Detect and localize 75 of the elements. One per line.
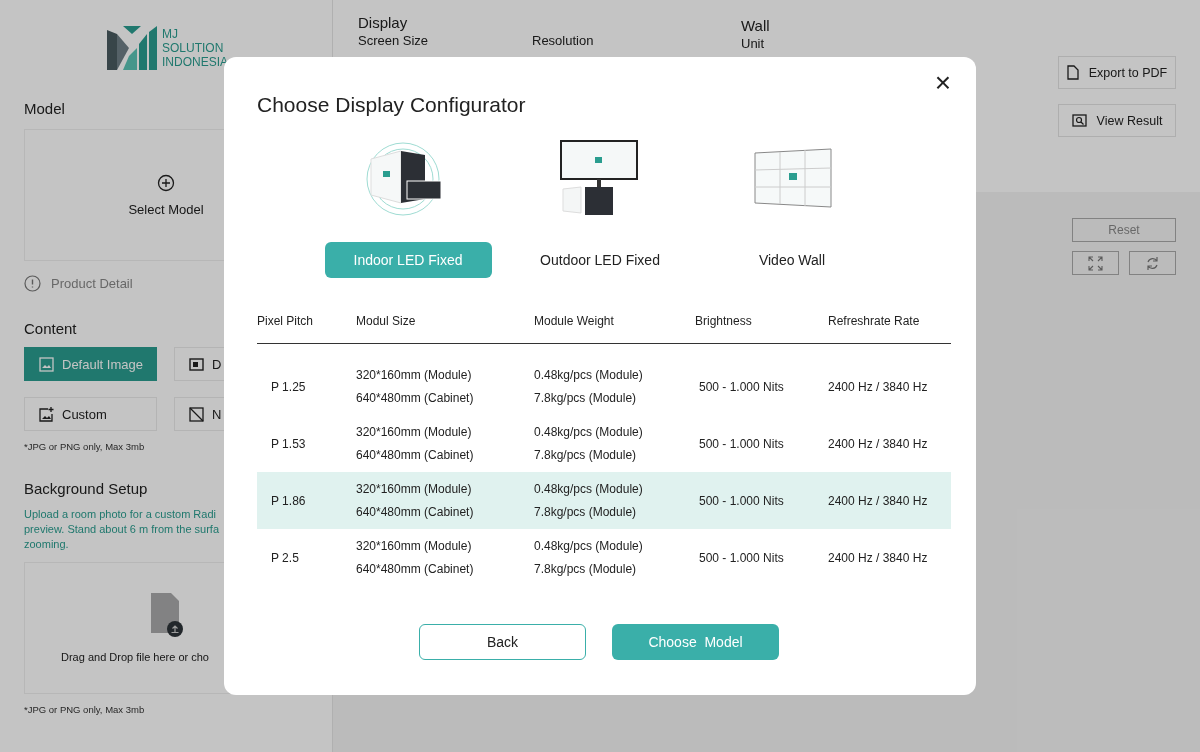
table-cell-text: P 1.25 [270,379,307,394]
view-result-button[interactable]: View Result [1058,104,1176,137]
logo-text: SOLUTION [162,41,225,55]
field-label: Resolution [532,33,595,48]
table-cell-text: 7.8kg/pcs (Module) [534,503,638,521]
logo-icon [107,26,157,70]
table-cell-text: 2400 Hz / 3840 Hz [828,436,929,451]
dialog-title: Choose Display Configurator [257,93,526,117]
instruction-text: Upload a room photo for a custom Radi [24,507,216,522]
back-button[interactable]: Back [419,624,586,660]
info-icon [24,275,41,292]
export-pdf-button[interactable]: Export to PDF [1058,56,1176,89]
section-heading: Background Setup [24,480,148,497]
search-icon [1071,114,1087,127]
table-cell-text: P 1.53 [270,436,307,451]
column-header: Modul Size [356,314,417,328]
section-heading: Content [24,320,77,337]
field-label: Unit [741,36,766,51]
table-row[interactable]: P 1.53 320*160mm (Module) 640*480mm (Cabinet) 0.48kg/pcs (Module) 7.8kg/pcs (Module) 500 - 1.000 Nits 2400 Hz / 3840 Hz [257,415,951,472]
column-header: Pixel Pitch [257,314,315,328]
table-cell-text: 7.8kg/pcs (Module) [534,389,638,407]
table-cell-text: 0.48kg/pcs (Module) [534,423,644,441]
field-label: Screen Size [358,33,430,48]
column-header: Refreshrate Rate [828,314,921,328]
table-cell-text: 320*160mm (Module) [356,423,473,441]
section-heading: Wall [741,17,771,34]
expand-icon [1088,255,1103,271]
section-heading: Model [24,100,65,117]
table-cell-text: 640*480mm (Cabinet) [356,446,475,464]
table-cell-text: 640*480mm (Cabinet) [356,389,475,407]
logo-text: MJ [162,27,179,41]
file-note: *JPG or PNG only, Max 3mb [24,441,145,452]
table-cell-text: 0.48kg/pcs (Module) [534,366,644,384]
table-cell-text: 7.8kg/pcs (Module) [534,560,638,578]
file-upload-icon [151,593,183,637]
table-row[interactable]: P 1.86 320*160mm (Module) 640*480mm (Cabinet) 0.48kg/pcs (Module) 7.8kg/pcs (Module) 500 - 1.000 Nits 2400 Hz / 3840 Hz [257,472,951,529]
table-cell-text: 2400 Hz / 3840 Hz [828,550,929,565]
table-cell-text: 320*160mm (Module) [356,366,473,384]
table-cell-text: 320*160mm (Module) [356,537,473,555]
table-cell-text: 0.48kg/pcs (Module) [534,480,644,498]
content-option-button[interactable]: Custom [24,397,157,431]
table-cell-text: 500 - 1.000 Nits [698,550,785,565]
display-type-button[interactable]: Video Wall [708,242,876,278]
table-cell-text: 500 - 1.000 Nits [698,379,785,394]
add-icon [157,173,175,192]
instruction-text: zooming. [24,537,69,552]
table-cell-text: 2400 Hz / 3840 Hz [828,379,929,394]
refresh-button[interactable] [1129,251,1176,275]
image-add-icon [39,406,54,422]
table-cell-text: 2400 Hz / 3840 Hz [828,493,929,508]
logo-text: INDONESIA [162,55,228,69]
table-cell-text: 500 - 1.000 Nits [698,436,785,451]
table-cell-text: P 2.5 [270,550,300,565]
video-icon [189,357,204,371]
file-note: *JPG or PNG only, Max 3mb [24,704,145,715]
image-icon [39,356,54,372]
column-header: Brightness [695,314,753,328]
table-cell-text: 320*160mm (Module) [356,480,473,498]
table-cell-text: 640*480mm (Cabinet) [356,560,475,578]
table-cell-text: 640*480mm (Cabinet) [356,503,475,521]
table-cell-text: 7.8kg/pcs (Module) [534,446,638,464]
table-row[interactable]: P 1.25 320*160mm (Module) 640*480mm (Cabinet) 0.48kg/pcs (Module) 7.8kg/pcs (Module) 500 - 1.000 Nits 2400 Hz / 3840 Hz [257,358,951,415]
display-type-button[interactable]: Outdoor LED Fixed [516,242,684,278]
column-header: Module Weight [534,314,615,328]
fullscreen-button[interactable] [1072,251,1119,275]
table-cell-text: 500 - 1.000 Nits [698,493,785,508]
document-icon [1066,65,1079,80]
drop-label: Drag and Drop file here or cho [61,651,209,663]
section-heading: Display [358,14,409,31]
refresh-icon [1145,255,1160,271]
instruction-text: preview. Stand about 6 m from the surfa [24,522,220,537]
close-button[interactable]: × [934,71,951,95]
table-cell-text: P 1.86 [270,493,307,508]
table-cell-text: 0.48kg/pcs (Module) [534,537,644,555]
no-image-icon [189,406,204,422]
